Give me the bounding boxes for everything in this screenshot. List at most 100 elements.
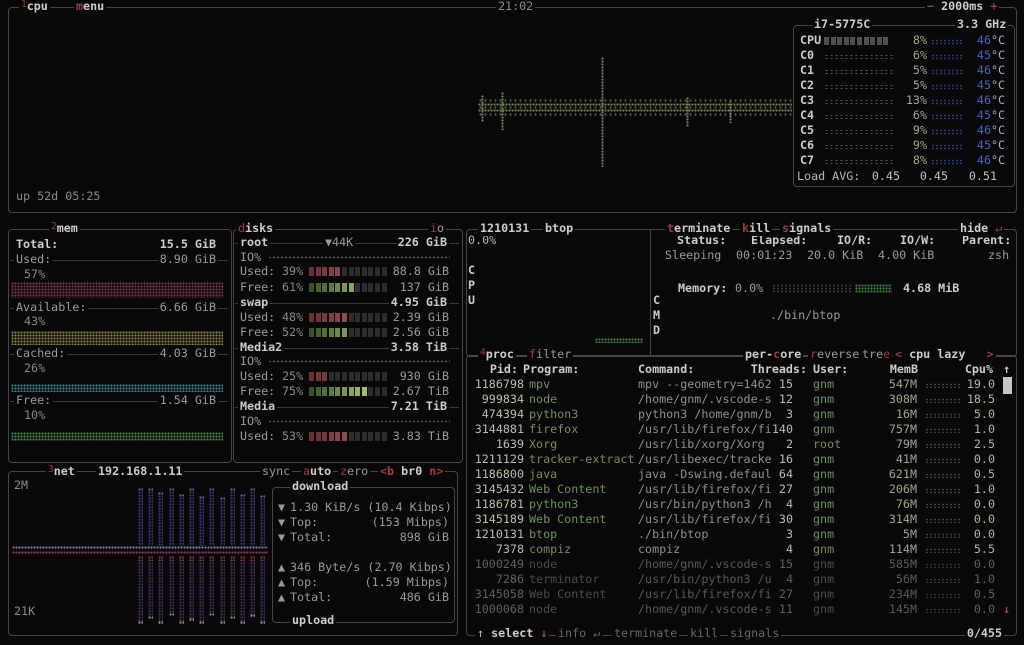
sort-prev[interactable]: <	[895, 347, 909, 361]
mem-box-hotkey[interactable]: 2	[51, 221, 57, 232]
process-row-pid[interactable]: 3144881	[475, 422, 524, 437]
process-row-mem[interactable]: 76M	[896, 497, 917, 512]
terminate-button[interactable]: terminate	[665, 221, 732, 236]
process-row-cpu[interactable]: 18.5	[967, 392, 995, 407]
process-row-command[interactable]: ./bin/btop	[638, 527, 708, 542]
process-row-mem[interactable]: 16M	[896, 407, 917, 422]
process-row-cpu[interactable]: 1.0	[974, 482, 995, 497]
process-row-threads[interactable]: 15	[779, 377, 793, 392]
net-box-title-label[interactable]: net	[54, 464, 75, 478]
hide-button[interactable]: hide ↵	[958, 221, 1004, 236]
process-row-threads[interactable]: 12	[779, 392, 793, 407]
net-box-title[interactable]: 3net	[46, 464, 77, 480]
process-row-user[interactable]: gnm	[813, 557, 834, 572]
process-row-command[interactable]: compiz	[638, 542, 680, 557]
process-row-user[interactable]: gnm	[813, 602, 834, 617]
process-row-user[interactable]: gnm	[813, 512, 834, 527]
process-row-mem[interactable]: 308M	[889, 392, 917, 407]
process-row-pid[interactable]: 1186781	[475, 497, 524, 512]
process-row-pid[interactable]: 1210131	[475, 527, 524, 542]
process-row-command[interactable]: /usr/lib/firefox/fi	[638, 512, 772, 527]
process-row-cpu[interactable]: 0.0	[974, 512, 995, 527]
process-row-cpu[interactable]: 19.0	[967, 377, 995, 392]
process-row-pid[interactable]: 7378	[496, 542, 524, 557]
menu-label[interactable]: enu	[83, 0, 104, 13]
process-row-cpu[interactable]: 1.0	[974, 422, 995, 437]
process-row-threads[interactable]: 64	[779, 467, 793, 482]
process-row-threads[interactable]: 2	[786, 437, 793, 452]
select-label[interactable]: select	[491, 626, 533, 640]
process-row-cpu[interactable]: 0.0	[974, 602, 995, 617]
process-row-mem[interactable]: 5M	[903, 527, 917, 542]
net-auto-label[interactable]: uto	[310, 464, 331, 478]
tree-hotkey[interactable]: e	[883, 347, 890, 361]
menu-hotkey[interactable]: m	[76, 0, 83, 13]
terminate-label[interactable]: erminate	[674, 221, 730, 235]
process-row-threads[interactable]: 4	[786, 572, 793, 587]
process-row-cpu[interactable]: 0.0	[974, 557, 995, 572]
net-zero-label[interactable]: ero	[347, 464, 368, 478]
footer-info[interactable]: info ↵	[556, 626, 602, 641]
net-iface-selector[interactable]: <b br0 n>	[378, 464, 445, 479]
process-row-program[interactable]: Web Content	[529, 482, 606, 497]
process-row-threads[interactable]: 30	[779, 512, 793, 527]
filter-label[interactable]: ilter	[536, 347, 571, 361]
process-row-cpu[interactable]: 5.5	[974, 542, 995, 557]
reverse-toggle[interactable]: reverse	[808, 347, 861, 362]
process-row-mem[interactable]: 621M	[889, 467, 917, 482]
process-row-cpu[interactable]: 0.0	[974, 527, 995, 542]
process-row-pid[interactable]: 1186798	[475, 377, 524, 392]
process-row-pid[interactable]: 474394	[482, 407, 524, 422]
process-row-program[interactable]: Web Content	[529, 587, 606, 602]
process-row-pid[interactable]: 7286	[496, 572, 524, 587]
process-row-user[interactable]: gnm	[813, 542, 834, 557]
process-row-mem[interactable]: 206M	[889, 482, 917, 497]
disks-io-label[interactable]: o	[437, 221, 444, 235]
process-row-command[interactable]: /usr/bin/python3 /u	[638, 572, 772, 587]
menu-button[interactable]: menu	[74, 0, 106, 14]
process-row-command[interactable]: /usr/libexec/tracke	[638, 452, 772, 467]
process-row-program[interactable]: Xorg	[529, 437, 557, 452]
process-row-cpu[interactable]: 1.0	[974, 572, 995, 587]
per-core-rest[interactable]: ore	[780, 347, 801, 361]
sort-mode[interactable]: cpu lazy	[909, 347, 965, 361]
process-row-mem[interactable]: 234M	[889, 587, 917, 602]
footer-kill[interactable]: kill	[688, 626, 720, 641]
per-core-pre[interactable]: per-	[745, 347, 773, 361]
info-enter-icon[interactable]: ↵	[593, 626, 600, 640]
reverse-label[interactable]: everse	[817, 347, 859, 361]
mem-box-title[interactable]: 2mem	[49, 221, 80, 237]
net-sync-button[interactable]: sync	[260, 464, 292, 479]
proc-box-hotkey[interactable]: 4	[480, 347, 486, 358]
process-row-command[interactable]: /usr/lib/firefox/fi	[638, 482, 772, 497]
process-row-cpu[interactable]: 0.5	[974, 587, 995, 602]
process-row-user[interactable]: gnm	[813, 377, 834, 392]
hide-label[interactable]: hide	[960, 221, 995, 235]
process-row-user[interactable]: gnm	[813, 392, 834, 407]
process-row-threads[interactable]: 3	[786, 407, 793, 422]
process-row-program[interactable]: python3	[529, 497, 578, 512]
process-row-threads[interactable]: 16	[779, 452, 793, 467]
filter-hotkey[interactable]: f	[529, 347, 536, 361]
mem-box-title-label[interactable]: mem	[57, 221, 78, 235]
process-row-program[interactable]: firefox	[529, 422, 578, 437]
cpu-box-title[interactable]: 1cpu	[19, 0, 50, 15]
process-row-command[interactable]: python3 /home/gnm/b	[638, 407, 772, 422]
process-row-program[interactable]: terminator	[529, 572, 599, 587]
process-row-user[interactable]: gnm	[813, 407, 834, 422]
process-row-user[interactable]: gnm	[813, 587, 834, 602]
process-row-program[interactable]: btop	[529, 527, 557, 542]
process-row-mem[interactable]: 41M	[896, 452, 917, 467]
info-label[interactable]: info	[558, 626, 593, 640]
process-row-pid[interactable]: 1186800	[475, 467, 524, 482]
process-row-pid[interactable]: 999834	[482, 392, 524, 407]
process-row-user[interactable]: gnm	[813, 467, 834, 482]
sort-selector[interactable]: < cpu lazy >	[893, 347, 996, 362]
process-row-program[interactable]: node	[529, 557, 557, 572]
net-iface-prev[interactable]: <b	[380, 464, 401, 478]
process-row-pid[interactable]: 1211129	[475, 452, 524, 467]
process-row-user[interactable]: gnm	[813, 482, 834, 497]
scrollbar-thumb[interactable]	[1003, 377, 1012, 394]
terminate-hotkey[interactable]: t	[667, 221, 674, 235]
signals-button[interactable]: signals	[780, 221, 833, 236]
